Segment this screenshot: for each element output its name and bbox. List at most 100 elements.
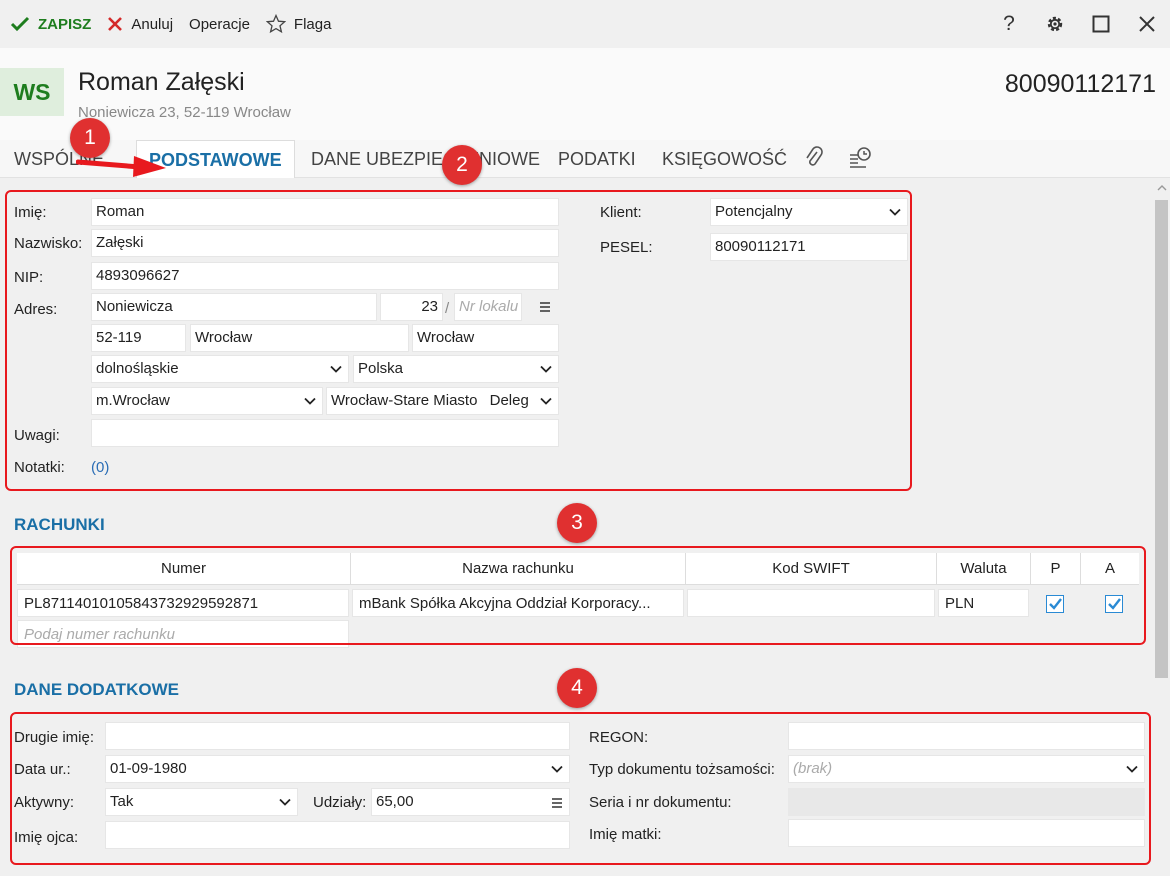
last-name-field[interactable]: Załęski: [91, 229, 559, 257]
save-button[interactable]: ZAPISZ: [0, 0, 99, 48]
street-field[interactable]: Noniewicza: [91, 293, 377, 321]
country-select[interactable]: Polska: [353, 355, 559, 383]
scrollbar-thumb[interactable]: [1155, 200, 1168, 678]
remarks-label: Notatki:: [14, 459, 65, 476]
column-header-account-name[interactable]: Nazwa rachunku: [351, 553, 686, 585]
pesel-label: PESEL:: [600, 239, 653, 256]
nip-label: NIP:: [14, 269, 44, 286]
tab-taxes[interactable]: PODATKI: [558, 140, 636, 178]
flag-button[interactable]: Flaga: [258, 0, 340, 48]
avatar: WS: [0, 68, 64, 116]
commune-select[interactable]: Wrocław-Stare Miasto Deleg: [326, 387, 559, 415]
checkmark-icon: [1049, 598, 1062, 610]
county-value: m.Wrocław: [96, 392, 170, 409]
account-currency-cell[interactable]: PLN: [938, 589, 1029, 617]
post-office-field[interactable]: Wrocław: [412, 324, 559, 352]
first-name-field[interactable]: Roman: [91, 198, 559, 226]
column-header-p[interactable]: P: [1031, 553, 1081, 585]
gear-icon: [1047, 16, 1063, 32]
chevron-up-icon: [1157, 185, 1166, 191]
close-x-icon: [108, 17, 123, 31]
header-address: Noniewicza 23, 52-119 Wrocław: [78, 104, 291, 121]
help-label: ?: [1003, 12, 1015, 35]
active-select[interactable]: Tak: [105, 788, 298, 816]
settings-button[interactable]: [1032, 0, 1078, 48]
address-label: Adres:: [14, 301, 58, 318]
chevron-down-icon: [1126, 765, 1138, 773]
address-slash: /: [445, 300, 450, 317]
help-button[interactable]: ?: [986, 0, 1032, 48]
last-name-label: Nazwisko:: [14, 235, 83, 252]
commune-value: Wrocław-Stare Miasto: [331, 392, 478, 409]
tab-insurance[interactable]: DANE UBEZPIECZENIOWE: [311, 140, 540, 178]
annotation-badge-4: 4: [557, 668, 597, 708]
annotation-badge-1: 1: [70, 118, 110, 158]
star-icon: [265, 14, 286, 34]
history-tab[interactable]: [848, 146, 872, 174]
save-label: ZAPISZ: [38, 15, 92, 33]
county-select[interactable]: m.Wrocław: [91, 387, 323, 415]
flag-label: Flaga: [293, 15, 332, 33]
toolbar: ZAPISZ Anuluj Operacje Flaga ?: [0, 0, 1170, 48]
active-checkbox[interactable]: [1105, 595, 1123, 613]
father-name-field[interactable]: [105, 821, 570, 849]
province-select[interactable]: dolnośląskie: [91, 355, 349, 383]
father-name-label: Imię ojca:: [14, 829, 79, 846]
regon-field[interactable]: [788, 722, 1145, 750]
maximize-button[interactable]: [1078, 0, 1124, 48]
hamburger-icon[interactable]: [550, 795, 564, 811]
attachments-tab[interactable]: [804, 146, 824, 174]
chevron-down-icon: [551, 765, 563, 773]
mother-name-label: Imię matki:: [589, 826, 662, 843]
checkmark-icon: [1108, 598, 1121, 610]
vertical-scrollbar[interactable]: [1153, 178, 1170, 876]
annotation-badge-2: 2: [442, 145, 482, 185]
birth-date-label: Data ur.:: [14, 761, 71, 778]
primary-checkbox[interactable]: [1046, 595, 1064, 613]
id-document-type-select[interactable]: (brak): [788, 755, 1145, 783]
flat-number-field[interactable]: Nr lokalu: [454, 293, 522, 321]
chevron-down-icon: [540, 397, 552, 405]
house-number-field[interactable]: 23: [380, 293, 443, 321]
active-label: Aktywny:: [14, 794, 75, 811]
notes-field[interactable]: [91, 419, 559, 447]
chevron-down-icon: [889, 208, 901, 216]
tax-office-value: Deleg: [489, 392, 529, 409]
new-account-input[interactable]: Podaj numer rachunku: [17, 620, 349, 648]
shares-label: Udziały:: [313, 794, 367, 811]
id-document-number-label: Seria i nr dokumentu:: [589, 794, 732, 811]
shares-field[interactable]: 65,00: [371, 788, 570, 816]
account-number-cell[interactable]: PL87114010105843732929592871: [17, 589, 349, 617]
chevron-down-icon: [279, 798, 291, 806]
nip-field[interactable]: 4893096627: [91, 262, 559, 290]
address-menu-button[interactable]: [538, 298, 552, 320]
mother-name-field[interactable]: [788, 819, 1145, 847]
column-header-currency[interactable]: Waluta: [937, 553, 1031, 585]
birth-date-value: 01-09-1980: [110, 760, 187, 777]
operations-menu[interactable]: Operacje: [181, 0, 258, 48]
country-value: Polska: [358, 360, 404, 377]
pesel-field[interactable]: 80090112171: [710, 233, 908, 261]
account-swift-cell[interactable]: [687, 589, 935, 617]
postal-code-field[interactable]: 52-119: [91, 324, 186, 352]
second-name-field[interactable]: [105, 722, 570, 750]
client-select[interactable]: Potencjalny: [710, 198, 908, 226]
column-header-a[interactable]: A: [1081, 553, 1139, 585]
cancel-label: Anuluj: [131, 15, 174, 33]
scroll-up-arrow[interactable]: [1153, 180, 1170, 196]
operations-label: Operacje: [189, 15, 250, 33]
city-field[interactable]: Wrocław: [190, 324, 409, 352]
tab-accounting[interactable]: KSIĘGOWOŚĆ: [662, 140, 787, 178]
account-name-cell[interactable]: mBank Spółka Akcyjna Oddział Korporacy..…: [352, 589, 684, 617]
maximize-icon: [1092, 15, 1110, 33]
remarks-link[interactable]: (0): [91, 459, 109, 476]
first-name-label: Imię:: [14, 204, 47, 221]
column-header-number[interactable]: Numer: [17, 553, 351, 585]
cancel-button[interactable]: Anuluj: [99, 0, 181, 48]
active-value: Tak: [110, 793, 134, 810]
column-header-swift[interactable]: Kod SWIFT: [686, 553, 937, 585]
notes-label: Uwagi:: [14, 427, 60, 444]
birth-date-picker[interactable]: 01-09-1980: [105, 755, 570, 783]
chevron-down-icon: [540, 365, 552, 373]
close-window-button[interactable]: [1124, 0, 1170, 48]
